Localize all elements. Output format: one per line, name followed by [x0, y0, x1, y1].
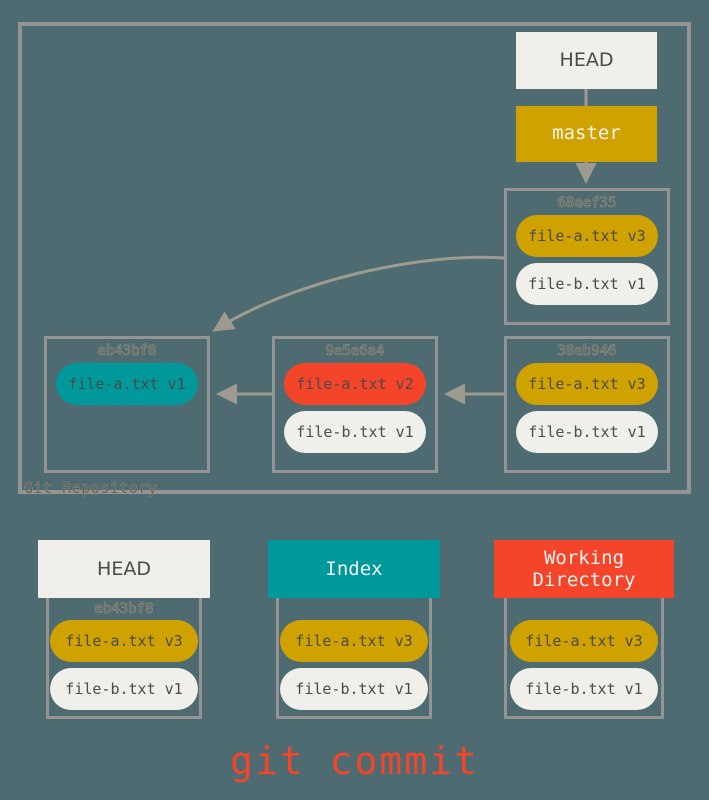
blob-file-a: file-a.txt v3 [510, 620, 658, 662]
commit-hash: 9e5e6a4 [325, 343, 385, 360]
blob-file-b: file-b.txt v1 [516, 263, 658, 305]
git-repository-label: Git Repository [24, 479, 158, 498]
blob-file-b: file-b.txt v1 [510, 668, 658, 710]
state-column-title: HEAD [38, 540, 210, 598]
commit-node-38eb946: 38eb946 file-a.txt v3 file-b.txt v1 [504, 336, 670, 473]
diagram-caption: git commit [230, 739, 479, 783]
blob-file-b: file-b.txt v1 [280, 668, 428, 710]
blob-file-a: file-a.txt v2 [284, 363, 426, 405]
commit-node-68aef35: 68aef35 file-a.txt v3 file-b.txt v1 [504, 188, 670, 325]
state-column-body: file-a.txt v3 file-b.txt v1 [504, 598, 664, 719]
state-column-title: Index [268, 540, 440, 598]
head-ref-box: HEAD [516, 32, 657, 89]
blob-file-a: file-a.txt v3 [50, 620, 198, 662]
diagram-canvas: Git Repository HEAD master 68aef35 file-… [0, 0, 709, 800]
state-column-working-directory: Working Directory file-a.txt v3 file-b.tx… [494, 540, 674, 719]
commit-hash: 38eb946 [557, 343, 617, 360]
state-hash: eb43bf8 [94, 601, 154, 618]
blob-file-b: file-b.txt v1 [516, 411, 658, 453]
master-branch-box: master [516, 106, 657, 162]
commit-node-9e5e6a4: 9e5e6a4 file-a.txt v2 file-b.txt v1 [272, 336, 438, 473]
commit-node-eb43bf8: eb43bf8 file-a.txt v1 [44, 336, 210, 473]
blob-file-b: file-b.txt v1 [284, 411, 426, 453]
state-column-title: Working Directory [494, 540, 674, 598]
blob-file-a: file-a.txt v3 [516, 363, 658, 405]
blob-file-a: file-a.txt v3 [280, 620, 428, 662]
state-column-body: file-a.txt v3 file-b.txt v1 [276, 598, 432, 719]
commit-hash: 68aef35 [557, 195, 617, 212]
state-column-body: eb43bf8 file-a.txt v3 file-b.txt v1 [46, 598, 202, 719]
blob-file-a: file-a.txt v1 [56, 363, 198, 405]
master-branch-label: master [552, 122, 621, 145]
state-column-index: Index file-a.txt v3 file-b.txt v1 [268, 540, 440, 719]
commit-hash: eb43bf8 [97, 343, 157, 360]
blob-file-a: file-a.txt v3 [516, 215, 658, 257]
blob-file-b: file-b.txt v1 [50, 668, 198, 710]
state-column-head: HEAD eb43bf8 file-a.txt v3 file-b.txt v1 [38, 540, 210, 719]
head-ref-label: HEAD [559, 48, 614, 71]
